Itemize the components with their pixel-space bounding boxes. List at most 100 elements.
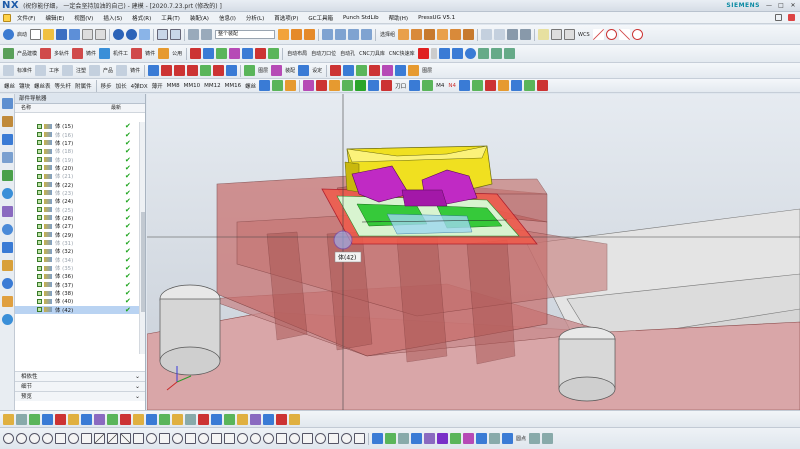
- scrollbar-thumb[interactable]: [141, 212, 145, 312]
- column-name[interactable]: 名称: [15, 104, 111, 112]
- toolbar3-label[interactable]: 铸件: [130, 67, 140, 74]
- toolbar3-label[interactable]: 装配: [285, 67, 295, 74]
- layer-icon[interactable]: [481, 29, 493, 40]
- toolbar2-label[interactable]: CNC快速库: [389, 50, 415, 57]
- start-icon[interactable]: [3, 29, 14, 40]
- tool-icon[interactable]: [316, 80, 328, 91]
- snap-circle-icon[interactable]: [42, 433, 53, 444]
- column-latest[interactable]: 最新: [111, 104, 121, 112]
- toolbar4-label[interactable]: 螺丝表: [34, 82, 51, 90]
- line-icon[interactable]: [592, 29, 604, 40]
- tool-icon[interactable]: [382, 65, 394, 76]
- point-icon[interactable]: [551, 29, 563, 40]
- process-studio-icon[interactable]: [2, 242, 13, 253]
- tree-row[interactable]: 体 (31) ✔: [15, 239, 139, 247]
- tree-row[interactable]: 体 (17) ✔: [15, 139, 139, 147]
- assembly-icon[interactable]: [271, 65, 283, 76]
- visibility-checkbox[interactable]: [37, 307, 42, 313]
- toolbar2-label[interactable]: 多轨件: [54, 50, 69, 57]
- toolbar4-label[interactable]: N4: [448, 83, 456, 89]
- tool-icon[interactable]: [472, 80, 484, 91]
- view-fit-icon[interactable]: [322, 29, 334, 40]
- settings-icon[interactable]: [298, 65, 310, 76]
- constraint-navigator-icon[interactable]: [2, 116, 13, 127]
- web-icon[interactable]: [2, 314, 13, 325]
- toolbar4-label[interactable]: M4: [436, 83, 444, 89]
- toolbar3-label[interactable]: 产品: [103, 67, 113, 74]
- tree-row[interactable]: 体 (35) ✔: [15, 264, 139, 272]
- visibility-checkbox[interactable]: [37, 198, 42, 204]
- toolbar2-label[interactable]: CNC刀具库: [359, 50, 385, 57]
- product-model-icon[interactable]: [3, 48, 14, 59]
- tool-icon[interactable]: [268, 48, 280, 59]
- toolbar4-label[interactable]: MM10: [184, 83, 201, 89]
- tree-row[interactable]: 体 (21) ✔: [15, 172, 139, 180]
- tool-icon[interactable]: [224, 413, 235, 425]
- start-label[interactable]: 启动: [17, 31, 27, 38]
- tree-row[interactable]: 体 (27) ✔: [15, 222, 139, 230]
- toolbar2-label[interactable]: 铸件: [145, 50, 155, 57]
- repeat-icon[interactable]: [139, 29, 151, 40]
- redo-icon[interactable]: [126, 29, 138, 40]
- menu-edit[interactable]: 编辑(E): [40, 14, 69, 22]
- tool-icon[interactable]: [289, 413, 300, 425]
- process-icon[interactable]: [35, 65, 47, 76]
- snap-square-icon[interactable]: [159, 433, 170, 444]
- restore-icon[interactable]: [775, 14, 782, 21]
- snap-square-icon[interactable]: [185, 433, 196, 444]
- snap-circle-icon[interactable]: [289, 433, 300, 444]
- tree-row[interactable]: 体 (37) ✔: [15, 281, 139, 289]
- toolbar3-label[interactable]: 设定: [312, 67, 322, 74]
- tool-icon[interactable]: [146, 413, 157, 425]
- snap-square-icon[interactable]: [133, 433, 144, 444]
- visibility-checkbox[interactable]: [37, 282, 42, 288]
- visibility-checkbox[interactable]: [37, 265, 42, 271]
- tool-icon[interactable]: [511, 80, 523, 91]
- filter-dropdown[interactable]: 整个装配: [215, 30, 276, 39]
- toolbar4-label[interactable]: 薄开: [152, 82, 163, 90]
- tree-row[interactable]: 体 (40) ✔: [15, 297, 139, 305]
- tool-icon[interactable]: [476, 433, 487, 444]
- tree-row[interactable]: 体 (20) ✔: [15, 164, 139, 172]
- vector-icon[interactable]: [564, 29, 576, 40]
- visibility-checkbox[interactable]: [37, 215, 42, 221]
- hide-icon[interactable]: [507, 29, 519, 40]
- tree-row[interactable]: 体 (36) ✔: [15, 272, 139, 280]
- menu-format[interactable]: 格式(R): [127, 14, 156, 22]
- history-icon[interactable]: [2, 206, 13, 217]
- tool-icon[interactable]: [133, 413, 144, 425]
- menu-insert[interactable]: 插入(S): [98, 14, 127, 22]
- snap-circle-icon[interactable]: [315, 433, 326, 444]
- tool-icon[interactable]: [250, 413, 261, 425]
- menu-punch-stdlib[interactable]: Punch StdLib: [338, 15, 384, 21]
- tool-icon[interactable]: [198, 413, 209, 425]
- select-group-label[interactable]: 选择组: [380, 31, 395, 38]
- tool-icon[interactable]: [329, 80, 341, 91]
- tool-icon[interactable]: [368, 80, 380, 91]
- tool-icon[interactable]: [16, 413, 27, 425]
- cast-icon[interactable]: [116, 65, 128, 76]
- toolbar2-label[interactable]: 自动布局: [287, 50, 307, 57]
- section-dependencies[interactable]: 相依性 ⌄: [15, 371, 145, 381]
- snap-mid-icon[interactable]: [304, 29, 316, 40]
- tool-icon[interactable]: [185, 413, 196, 425]
- tool-icon[interactable]: [409, 80, 421, 91]
- menu-analysis[interactable]: 分析(L): [241, 14, 269, 22]
- new-icon[interactable]: [30, 29, 42, 40]
- tool-icon[interactable]: [161, 65, 173, 76]
- tool-icon[interactable]: [537, 80, 549, 91]
- hd3d-icon[interactable]: [2, 170, 13, 181]
- snap-circle-icon[interactable]: [29, 433, 40, 444]
- tool-icon[interactable]: [459, 80, 471, 91]
- cube-icon[interactable]: [411, 29, 423, 40]
- visibility-checkbox[interactable]: [37, 190, 42, 196]
- tool-icon[interactable]: [498, 80, 510, 91]
- visibility-checkbox[interactable]: [37, 290, 42, 296]
- visibility-checkbox[interactable]: [37, 248, 42, 254]
- gear-icon[interactable]: [464, 48, 476, 59]
- tree-row[interactable]: 体 (23) ✔: [15, 189, 139, 197]
- roles-icon[interactable]: [2, 260, 13, 271]
- toolbar3-label[interactable]: 标准件: [17, 67, 32, 74]
- snap-circle-icon[interactable]: [146, 433, 157, 444]
- close-button[interactable]: ✕: [788, 1, 798, 10]
